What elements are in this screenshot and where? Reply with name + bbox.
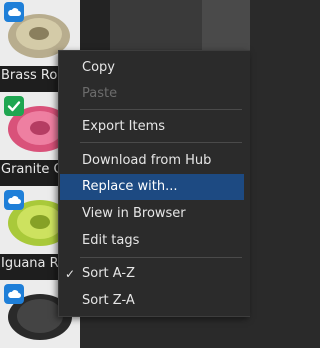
menu-item-download-from-hub[interactable]: Download from Hub — [60, 148, 244, 174]
menu-item-sort-z-a[interactable]: Sort Z-A — [60, 288, 244, 314]
menu-separator — [80, 142, 242, 143]
menu-item-export-items[interactable]: Export Items — [60, 114, 244, 140]
checkmark-icon: ✓ — [64, 267, 76, 281]
preview-area — [202, 0, 250, 52]
menu-item-copy[interactable]: Copy — [60, 55, 244, 81]
menu-separator — [80, 109, 242, 110]
menu-item-paste: Paste — [82, 86, 118, 101]
menu-item-sort-a-z[interactable]: ✓ Sort A-Z — [60, 261, 244, 287]
cloud-icon — [4, 284, 24, 304]
menu-item-replace-with[interactable]: Replace with... — [60, 174, 244, 200]
cloud-icon — [4, 190, 24, 210]
context-menu: Copy Paste Export Items Download from Hu… — [58, 50, 250, 317]
menu-item-label: Sort A-Z — [82, 266, 135, 281]
cloud-icon — [4, 2, 24, 22]
checkmark-icon — [4, 96, 24, 116]
menu-item-view-in-browser[interactable]: View in Browser — [60, 201, 244, 227]
menu-separator — [80, 257, 242, 258]
menu-item-edit-tags[interactable]: Edit tags — [60, 228, 244, 254]
